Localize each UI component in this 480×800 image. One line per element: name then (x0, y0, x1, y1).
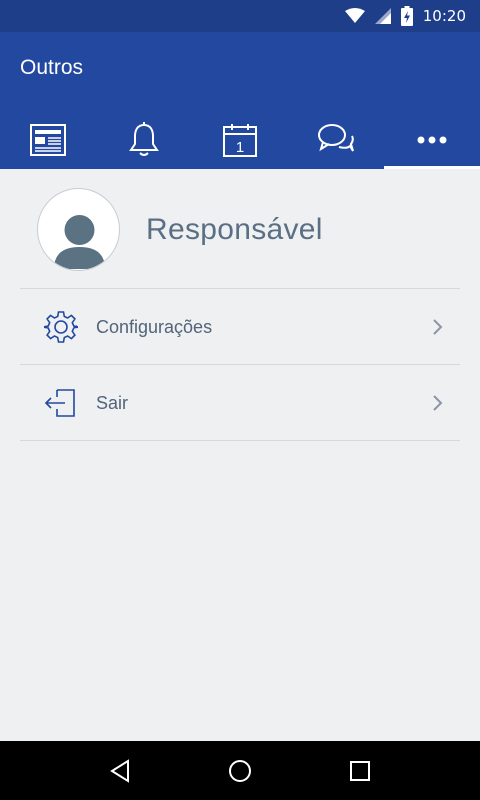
profile-header: Responsável (0, 169, 480, 289)
profile-name: Responsável (146, 213, 323, 246)
menu-item-settings[interactable]: Configurações (0, 289, 480, 364)
logout-icon (44, 386, 78, 420)
calendar-day: 1 (236, 139, 244, 156)
chat-icon (318, 123, 354, 152)
tab-news[interactable] (0, 110, 96, 169)
battery-charging-icon (400, 6, 413, 26)
bell-icon (129, 121, 159, 156)
menu-item-logout[interactable]: Sair (0, 365, 480, 440)
wifi-icon (344, 8, 365, 24)
system-nav-bar (0, 741, 480, 800)
tab-bar: 1 (0, 110, 480, 169)
gear-icon (44, 310, 78, 344)
signal-icon (374, 8, 391, 24)
tab-notifications[interactable] (96, 110, 192, 169)
calendar-icon: 1 (223, 123, 257, 157)
tab-more[interactable] (384, 110, 480, 169)
more-icon (417, 136, 447, 143)
status-bar: 10:20 (0, 0, 480, 32)
tab-messages[interactable] (288, 110, 384, 169)
app-bar: Outros 1 (0, 32, 480, 169)
user-avatar-icon (54, 215, 105, 269)
chevron-right-icon (433, 395, 443, 411)
chevron-right-icon (433, 319, 443, 335)
avatar[interactable] (37, 188, 120, 271)
clock: 10:20 (422, 7, 466, 25)
page-title: Outros (20, 56, 84, 79)
logout-label: Sair (96, 393, 129, 413)
recents-icon (350, 760, 370, 781)
divider (20, 440, 460, 441)
recents-button[interactable] (340, 751, 380, 791)
home-icon (229, 759, 251, 782)
newspaper-icon (30, 123, 66, 156)
back-button[interactable] (100, 751, 140, 791)
tab-calendar[interactable]: 1 (192, 110, 288, 169)
settings-label: Configurações (96, 317, 213, 337)
home-button[interactable] (220, 751, 260, 791)
back-icon (110, 758, 129, 783)
